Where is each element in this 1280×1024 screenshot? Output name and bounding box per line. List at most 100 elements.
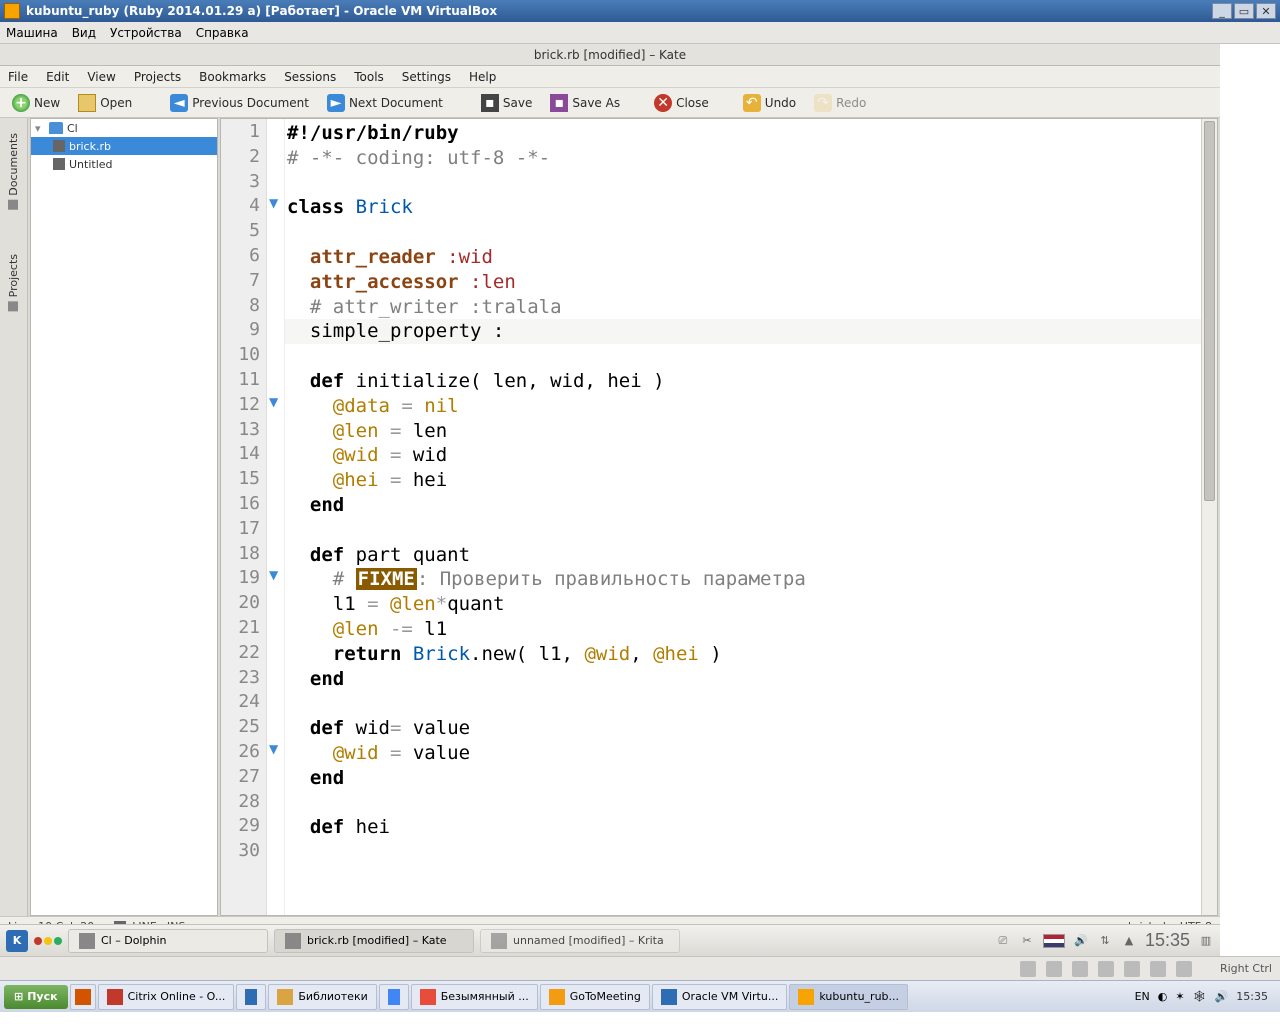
dolphin-icon <box>79 933 95 949</box>
tray-icon[interactable]: ◐ <box>1158 990 1168 1003</box>
close-doc-button[interactable]: ✕Close <box>650 92 713 114</box>
task-chrome[interactable] <box>379 984 409 1010</box>
menu-help[interactable]: Справка <box>196 26 249 40</box>
tree-folder[interactable]: ▾Cl <box>31 119 217 137</box>
windows-systray: EN ◐ ✶ 🕸 🔊 15:35 <box>1127 990 1276 1003</box>
optical-icon[interactable] <box>1046 961 1062 977</box>
volume-icon[interactable]: 🔊 <box>1073 933 1089 949</box>
chevron-up-icon[interactable]: ▲ <box>1121 933 1137 949</box>
task-vbox-vm[interactable]: kubuntu_rub... <box>789 984 908 1010</box>
task-gotomeeting[interactable]: GoToMeeting <box>540 984 650 1010</box>
fold-marker-icon[interactable]: ▼ <box>269 742 278 756</box>
host-key-indicator: Right Ctrl <box>1220 962 1272 975</box>
folder-icon <box>277 989 293 1005</box>
mouse-icon[interactable] <box>1176 961 1192 977</box>
new-button[interactable]: +New <box>8 92 64 114</box>
menu-machine[interactable]: Машина <box>6 26 58 40</box>
menu-view[interactable]: Вид <box>72 26 96 40</box>
clock[interactable]: 15:35 <box>1145 930 1190 951</box>
kde-panel: K Cl – Dolphin brick.rb [modified] – Kat… <box>0 924 1220 956</box>
usb-icon[interactable] <box>1072 961 1088 977</box>
language-indicator[interactable]: EN <box>1135 990 1150 1003</box>
plus-icon: + <box>12 94 30 112</box>
network-icon[interactable]: ⇅ <box>1097 933 1113 949</box>
tray-icon[interactable]: ✶ <box>1175 990 1184 1003</box>
hdd-icon[interactable] <box>1020 961 1036 977</box>
open-button[interactable]: Open <box>74 92 136 114</box>
task-citrix[interactable]: Citrix Online - O... <box>98 984 235 1010</box>
folder-icon <box>78 94 96 112</box>
task-vbox-manager[interactable]: Oracle VM Virtu... <box>652 984 787 1010</box>
task-word[interactable] <box>236 984 266 1010</box>
tray-device-icon[interactable]: ⎚ <box>995 933 1011 949</box>
documents-tree: ▾Cl brick.rb Untitled <box>30 118 218 916</box>
next-doc-button[interactable]: ►Next Document <box>323 92 447 114</box>
tree-file-brick[interactable]: brick.rb <box>31 137 217 155</box>
save-button[interactable]: ▪Save <box>477 92 536 114</box>
vm-guest-area: brick.rb [modified] – Kate File Edit Vie… <box>0 44 1220 956</box>
task-libraries[interactable]: Библиотеки <box>268 984 376 1010</box>
vbox-icon <box>4 3 20 19</box>
saveas-button[interactable]: ▪Save As <box>546 92 624 114</box>
editor-pane[interactable]: 1234567891011121314151617181920212223242… <box>220 118 1218 916</box>
undo-icon: ↶ <box>743 94 761 112</box>
fold-column[interactable]: ▼ ▼ ▼ ▼ <box>267 119 285 915</box>
minimize-button[interactable]: _ <box>1212 3 1232 19</box>
menu-devices[interactable]: Устройства <box>110 26 182 40</box>
task-kate[interactable]: brick.rb [modified] – Kate <box>274 929 474 953</box>
windows-clock[interactable]: 15:35 <box>1236 990 1268 1003</box>
virtualbox-icon <box>661 989 677 1005</box>
tab-projects[interactable]: Projects <box>4 247 23 318</box>
kate-menubar: File Edit View Projects Bookmarks Sessio… <box>0 66 1220 88</box>
menu-view[interactable]: View <box>87 70 115 84</box>
prev-doc-button[interactable]: ◄Previous Document <box>166 92 313 114</box>
maximize-button[interactable]: ▭ <box>1234 3 1254 19</box>
folder-icon <box>49 122 63 134</box>
code-area[interactable]: #!/usr/bin/ruby # -*- coding: utf-8 -*- … <box>285 119 1201 915</box>
kate-toolbar: +New Open ◄Previous Document ►Next Docum… <box>0 88 1220 118</box>
vbox-title: kubuntu_ruby (Ruby 2014.01.29 a) [Работа… <box>26 4 1210 18</box>
show-desktop-icon[interactable]: ▥ <box>1198 933 1214 949</box>
vbox-menubar: Машина Вид Устройства Справка <box>0 22 1280 44</box>
clipboard-icon[interactable]: ✂ <box>1019 933 1035 949</box>
menu-file[interactable]: File <box>8 70 28 84</box>
task-dolphin[interactable]: Cl – Dolphin <box>68 929 268 953</box>
display-icon[interactable] <box>1150 961 1166 977</box>
scroll-thumb[interactable] <box>1204 121 1215 501</box>
menu-edit[interactable]: Edit <box>46 70 69 84</box>
fold-marker-icon[interactable]: ▼ <box>269 196 278 210</box>
redo-button[interactable]: ↷Redo <box>810 92 870 114</box>
menu-sessions[interactable]: Sessions <box>284 70 336 84</box>
shared-folder-icon[interactable] <box>1124 961 1140 977</box>
volume-icon[interactable]: 🔊 <box>1215 990 1229 1003</box>
tree-file-untitled[interactable]: Untitled <box>31 155 217 173</box>
floppy-pen-icon: ▪ <box>550 94 568 112</box>
fold-marker-icon[interactable]: ▼ <box>269 395 278 409</box>
menu-settings[interactable]: Settings <box>402 70 451 84</box>
menu-bookmarks[interactable]: Bookmarks <box>199 70 266 84</box>
opera-icon <box>75 989 91 1005</box>
menu-tools[interactable]: Tools <box>354 70 384 84</box>
windows-start-button[interactable]: ⊞Пуск <box>4 985 68 1009</box>
task-paint[interactable]: Безымянный ... <box>411 984 538 1010</box>
side-tab-bar: Documents Projects <box>0 118 28 916</box>
activity-switcher[interactable] <box>34 937 62 945</box>
network-icon[interactable] <box>1098 961 1114 977</box>
undo-button[interactable]: ↶Undo <box>739 92 800 114</box>
quick-launch[interactable] <box>70 984 96 1010</box>
kde-start-button[interactable]: K <box>6 930 28 952</box>
menu-help[interactable]: Help <box>469 70 496 84</box>
keyboard-layout-icon[interactable] <box>1043 934 1065 948</box>
arrow-left-icon: ◄ <box>170 94 188 112</box>
tab-documents[interactable]: Documents <box>4 126 23 217</box>
task-krita[interactable]: unnamed [modified] – Krita <box>480 929 680 953</box>
vertical-scrollbar[interactable] <box>1201 119 1217 915</box>
gotomeeting-icon <box>549 989 565 1005</box>
menu-projects[interactable]: Projects <box>134 70 181 84</box>
tray-icon[interactable]: 🕸 <box>1193 990 1207 1003</box>
close-button[interactable]: ✕ <box>1256 3 1276 19</box>
vbox-statusbar: Right Ctrl <box>0 956 1280 980</box>
krita-icon <box>491 933 507 949</box>
fold-marker-icon[interactable]: ▼ <box>269 568 278 582</box>
windows-icon: ⊞ <box>14 990 23 1003</box>
